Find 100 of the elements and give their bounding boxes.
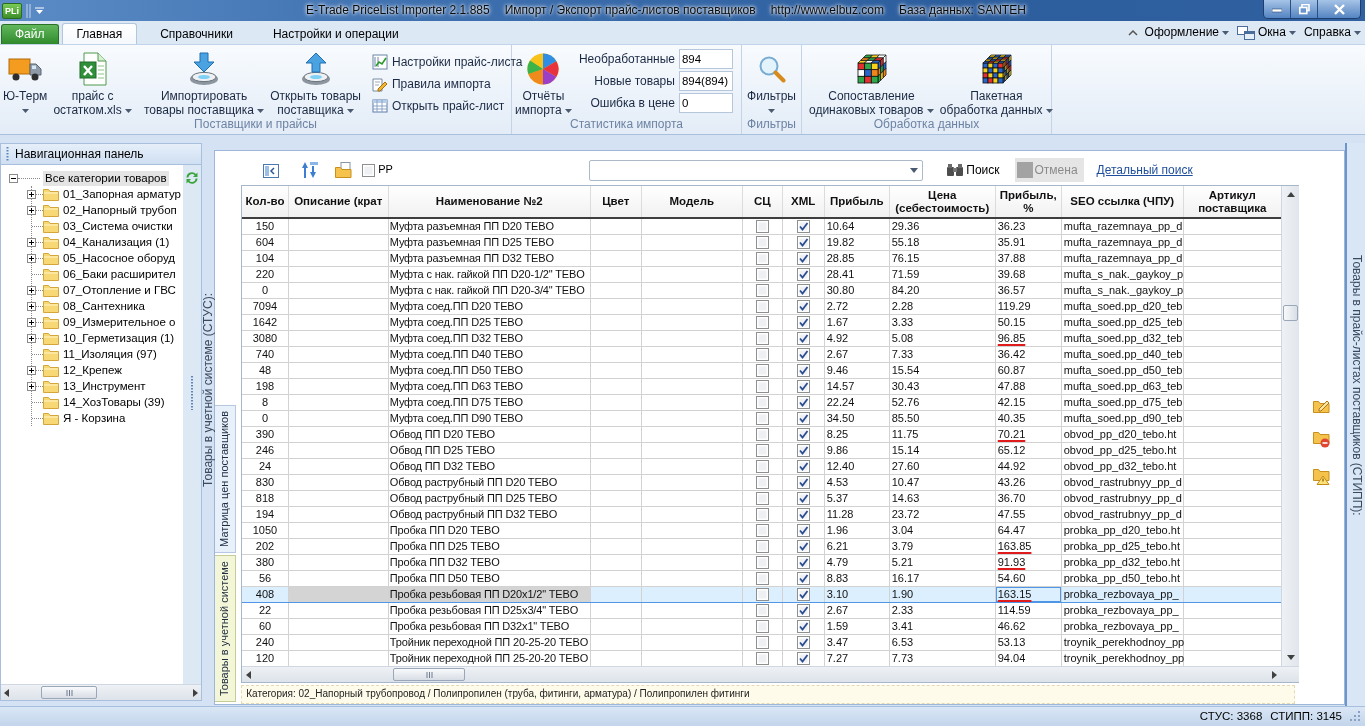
checkbox[interactable] xyxy=(755,411,769,425)
ribbon-button[interactable]: Открыть товары поставщика xyxy=(267,48,364,117)
checkbox[interactable] xyxy=(755,347,769,361)
tree-item[interactable]: 04_Канализация (1) xyxy=(61,234,172,250)
vertical-scrollbar[interactable] xyxy=(1281,186,1300,666)
arrow-left-icon[interactable] xyxy=(246,670,252,679)
tree-item[interactable]: 01_Запорная арматур xyxy=(61,186,183,202)
column-header[interactable]: Цвет xyxy=(590,186,642,218)
horizontal-scrollbar[interactable] xyxy=(242,666,1300,682)
checkbox[interactable] xyxy=(755,235,769,249)
column-header[interactable]: SEO ссылка (ЧПУ) xyxy=(1061,186,1184,218)
horizontal-scrollbar[interactable] xyxy=(1,684,202,700)
tree-item[interactable]: 06_Баки расширител xyxy=(61,266,178,282)
expand-icon[interactable] xyxy=(27,205,36,215)
checkbox[interactable] xyxy=(755,555,769,569)
checkbox[interactable] xyxy=(755,475,769,489)
expand-icon[interactable] xyxy=(27,381,36,391)
collapse-icon[interactable] xyxy=(9,173,18,183)
close-button[interactable] xyxy=(1318,0,1360,18)
tree-item[interactable]: 11_Изоляция (97) xyxy=(61,346,159,362)
checkbox[interactable] xyxy=(755,363,769,377)
checkbox[interactable] xyxy=(755,427,769,441)
splitter-grip-icon[interactable] xyxy=(190,376,195,410)
checkbox[interactable] xyxy=(755,587,769,601)
arrow-right-icon[interactable] xyxy=(1272,670,1278,679)
checkbox[interactable] xyxy=(755,315,769,329)
tree-item[interactable]: 13_Инструмент xyxy=(61,378,148,394)
column-header[interactable]: Цена (себестоимость) xyxy=(889,186,996,218)
folder-warning-icon[interactable] xyxy=(1313,468,1331,485)
side-tab[interactable]: Товары в учетной системе xyxy=(215,554,237,702)
checkbox[interactable] xyxy=(796,219,810,233)
checkbox[interactable] xyxy=(796,491,810,505)
search-button[interactable]: Поиск xyxy=(943,159,1003,181)
checkbox[interactable] xyxy=(796,539,810,553)
checkbox[interactable] xyxy=(755,443,769,457)
checkbox[interactable] xyxy=(755,603,769,617)
column-header[interactable]: Прибыль, % xyxy=(995,186,1062,218)
stat-field[interactable]: 894 xyxy=(678,49,733,69)
expand-icon[interactable] xyxy=(27,317,36,327)
checkbox[interactable] xyxy=(796,443,810,457)
stat-field[interactable]: 894(894) xyxy=(678,71,733,91)
tree-item[interactable]: 14_ХозТовары (39) xyxy=(61,394,167,410)
checkbox[interactable] xyxy=(796,283,810,297)
stat-field[interactable]: 0 xyxy=(678,93,733,113)
ribbon-tab[interactable]: Настройки и операции xyxy=(257,23,414,44)
checkbox[interactable] xyxy=(755,507,769,521)
column-header[interactable]: Описание (крат xyxy=(288,186,389,218)
checkbox[interactable] xyxy=(796,363,810,377)
checkbox[interactable] xyxy=(796,347,810,361)
checkbox[interactable] xyxy=(796,603,810,617)
column-header[interactable]: Кол-во xyxy=(242,186,289,218)
ribbon-tab[interactable]: Главная xyxy=(61,23,138,44)
checkbox[interactable] xyxy=(796,395,810,409)
expand-icon[interactable] xyxy=(27,189,36,199)
side-tab[interactable]: Матрица цен поставщиков xyxy=(215,405,237,553)
advanced-search-link[interactable]: Детальный поиск xyxy=(1096,162,1193,178)
checkbox[interactable] xyxy=(755,491,769,505)
tree-item[interactable]: 03_Система очистки xyxy=(61,218,175,234)
checkbox[interactable] xyxy=(755,251,769,265)
checkbox[interactable] xyxy=(362,163,376,177)
checkbox[interactable] xyxy=(755,379,769,393)
tree-item[interactable]: 10_Герметизация (1) xyxy=(61,330,177,346)
arrow-up-icon[interactable] xyxy=(1286,192,1295,197)
checkbox[interactable] xyxy=(755,571,769,585)
scrollbar-thumb[interactable] xyxy=(1283,305,1299,321)
checkbox[interactable] xyxy=(755,459,769,473)
ribbon-button[interactable]: Импортировать товары поставщика xyxy=(140,48,268,117)
expand-icon[interactable] xyxy=(27,237,36,247)
tree-item[interactable]: 02_Напорный трубоп xyxy=(61,202,179,218)
expand-icon[interactable] xyxy=(27,285,36,295)
expand-icon[interactable] xyxy=(27,333,36,343)
column-header[interactable]: Артикул поставщика xyxy=(1183,186,1282,218)
checkbox[interactable] xyxy=(796,379,810,393)
checkbox[interactable] xyxy=(796,571,810,585)
checkbox[interactable] xyxy=(796,635,810,649)
swap-arrows-icon[interactable] xyxy=(301,161,320,179)
resize-grip-icon[interactable] xyxy=(1350,711,1361,722)
folder-icon[interactable] xyxy=(335,162,353,178)
ribbon-tab[interactable]: Справочники xyxy=(145,23,248,44)
column-header[interactable]: Прибыль xyxy=(824,186,890,218)
checkbox[interactable] xyxy=(796,315,810,329)
checkbox[interactable] xyxy=(796,651,810,665)
ribbon-button[interactable]: Сопоставление одинаковых товаров xyxy=(806,48,937,117)
column-header[interactable]: Наименование №2 xyxy=(388,186,591,218)
checkbox[interactable] xyxy=(796,299,810,313)
checkbox[interactable] xyxy=(755,635,769,649)
checkbox[interactable] xyxy=(796,619,810,633)
checkbox[interactable] xyxy=(796,331,810,345)
menu-button[interactable]: Справка xyxy=(1302,25,1362,40)
checkbox[interactable] xyxy=(796,427,810,441)
expand-icon[interactable] xyxy=(27,301,36,311)
checkbox[interactable] xyxy=(755,395,769,409)
scrollbar-thumb[interactable] xyxy=(41,686,97,699)
folder-minus-icon[interactable] xyxy=(1313,431,1331,448)
ribbon-button[interactable]: Фильтры xyxy=(744,48,799,117)
tree-item[interactable]: 05_Насосное оборуд xyxy=(61,250,177,266)
checkbox[interactable] xyxy=(755,619,769,633)
sidebar-panel-icon[interactable] xyxy=(263,162,280,178)
arrow-down-icon[interactable] xyxy=(1286,655,1295,660)
tree-item[interactable]: 08_Сантехника xyxy=(61,298,147,314)
